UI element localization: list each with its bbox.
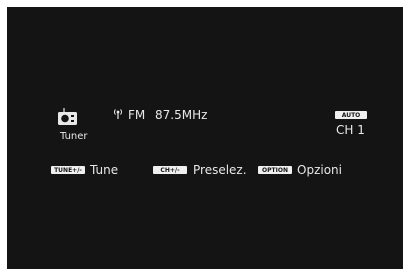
frequency-display: 87.5MHz bbox=[155, 108, 208, 122]
preset-label: Preselez. bbox=[193, 163, 247, 177]
option-key-badge: OPTION bbox=[258, 166, 292, 174]
auto-mode-badge: AUTO bbox=[335, 111, 367, 119]
band-label: FM bbox=[128, 108, 146, 122]
source-label: Tuner bbox=[60, 131, 88, 142]
radio-icon bbox=[58, 108, 77, 125]
channel-display: CH 1 bbox=[336, 123, 365, 137]
antenna-signal-icon bbox=[113, 109, 123, 119]
tune-key-badge: TUNE+/- bbox=[51, 166, 85, 174]
options-label: Opzioni bbox=[297, 163, 342, 177]
tune-label: Tune bbox=[90, 163, 119, 177]
preset-key-badge: CH+/- bbox=[153, 166, 187, 174]
tuner-screen: Tuner FM 87.5MHz AUTO CH 1 TUNE+/- Tune … bbox=[7, 7, 403, 269]
